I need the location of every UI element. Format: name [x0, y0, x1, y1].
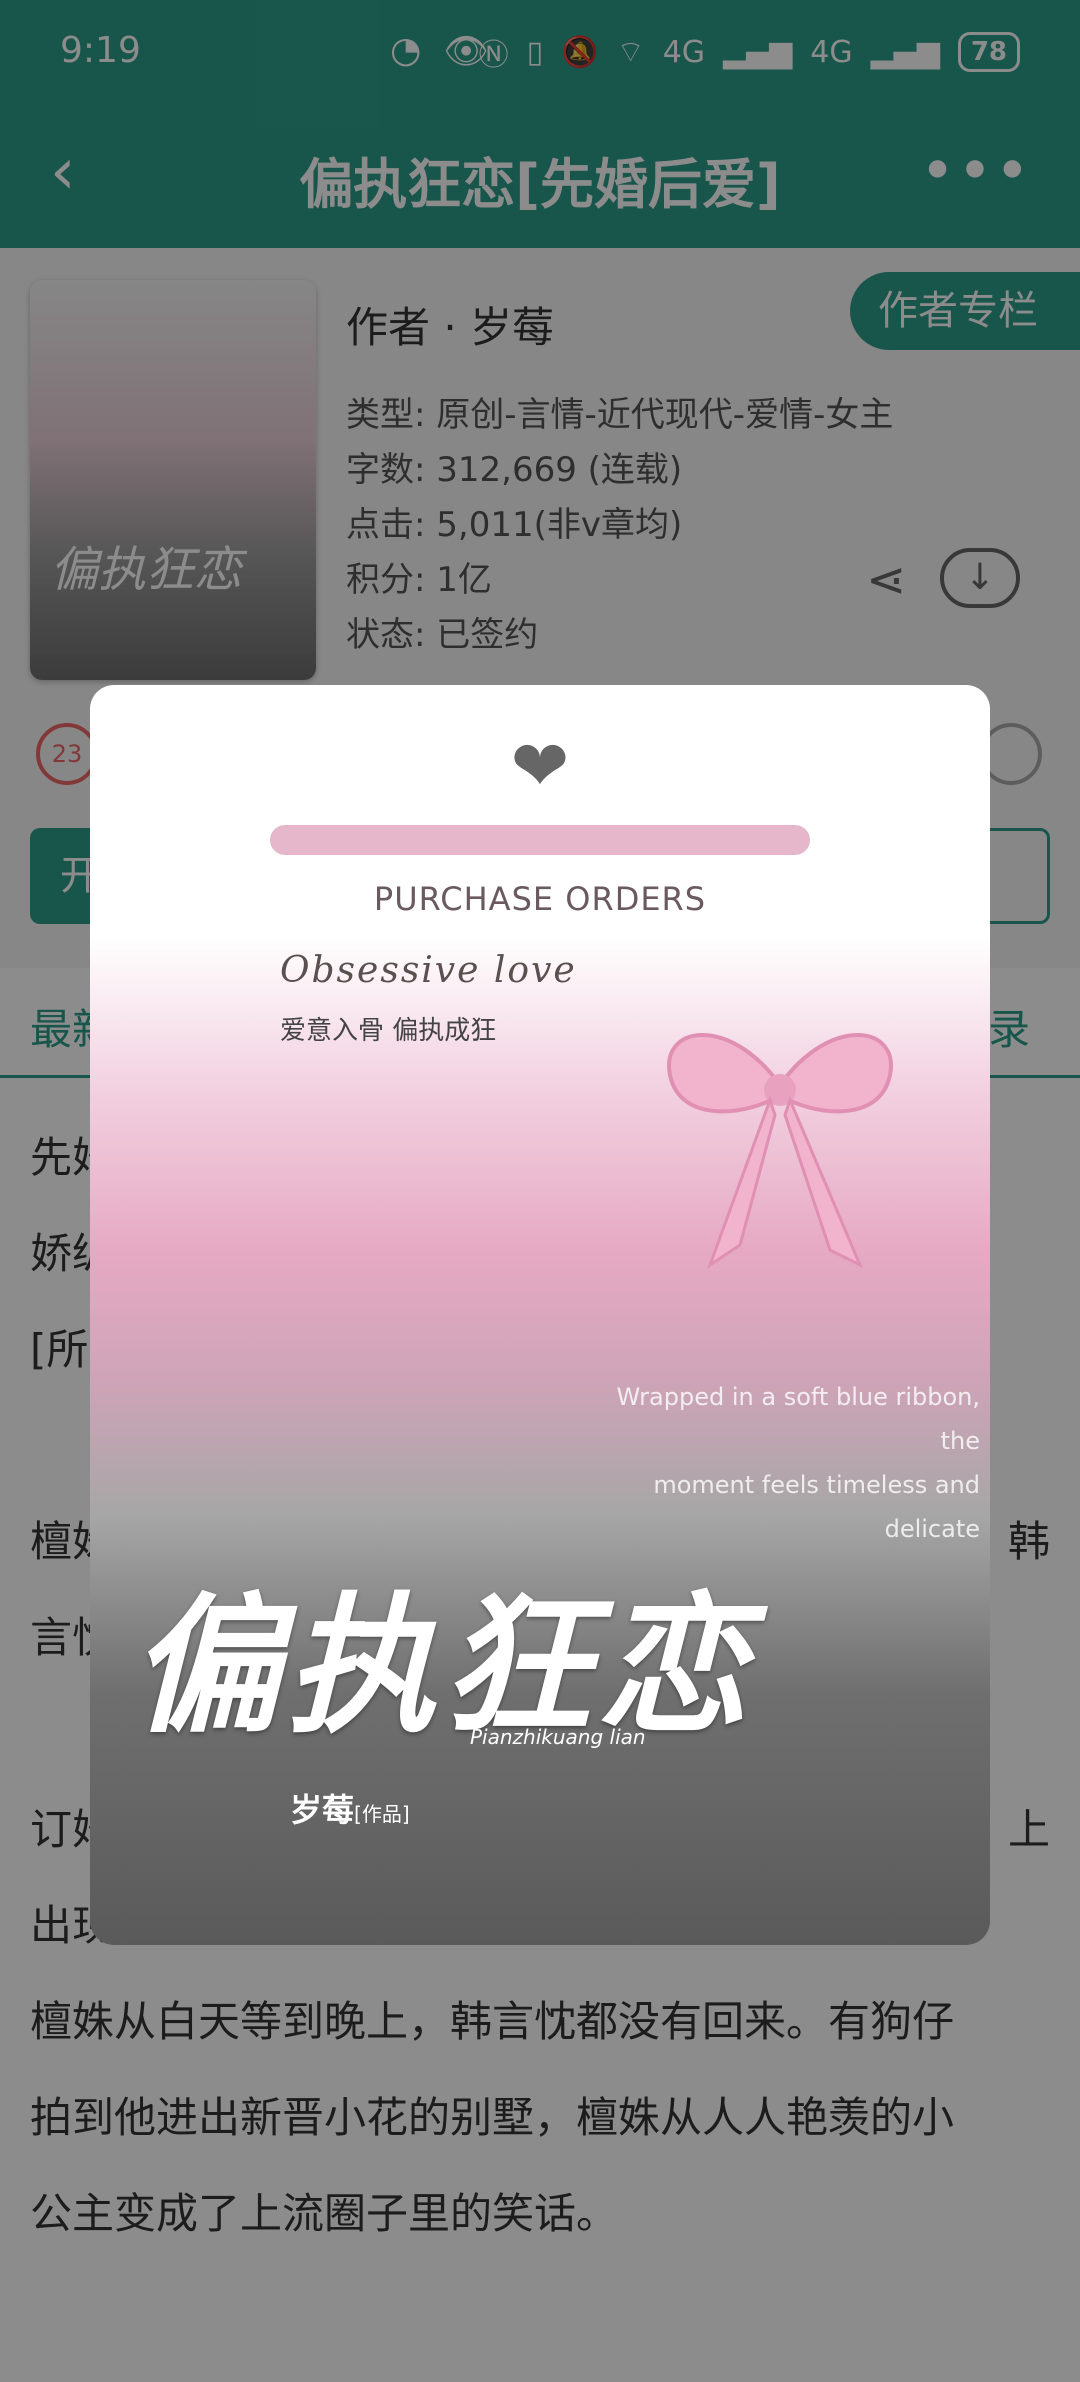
cover-romanized-title: Pianzhikuang lian [470, 1725, 646, 1749]
cover-title: 偏执狂恋 [130, 1580, 755, 1754]
heart-icon: ❤ [510, 725, 570, 807]
cover-subtitle: Obsessive love [280, 950, 577, 991]
cover-preview-popup[interactable]: ❤ PURCHASE ORDERS Obsessive love 爱意入骨 偏执… [90, 685, 990, 1945]
cover-tagline: 爱意入骨 偏执成狂 [280, 1016, 497, 1046]
cover-caption-line: Wrapped in a soft blue ribbon, the [616, 1383, 980, 1455]
cover-author-suffix: [作品] [354, 1802, 410, 1826]
cover-heading: PURCHASE ORDERS [373, 880, 707, 918]
ribbon-bow-icon [667, 1033, 893, 1269]
cover-hanger-decoration [270, 825, 810, 855]
cover-author: 岁莓[作品] [290, 1785, 410, 1831]
cover-caption-line: moment feels timeless and delicate [653, 1471, 980, 1543]
cover-author-name: 岁莓 [290, 1791, 355, 1829]
cover-caption: Wrapped in a soft blue ribbon, the momen… [580, 1375, 980, 1551]
